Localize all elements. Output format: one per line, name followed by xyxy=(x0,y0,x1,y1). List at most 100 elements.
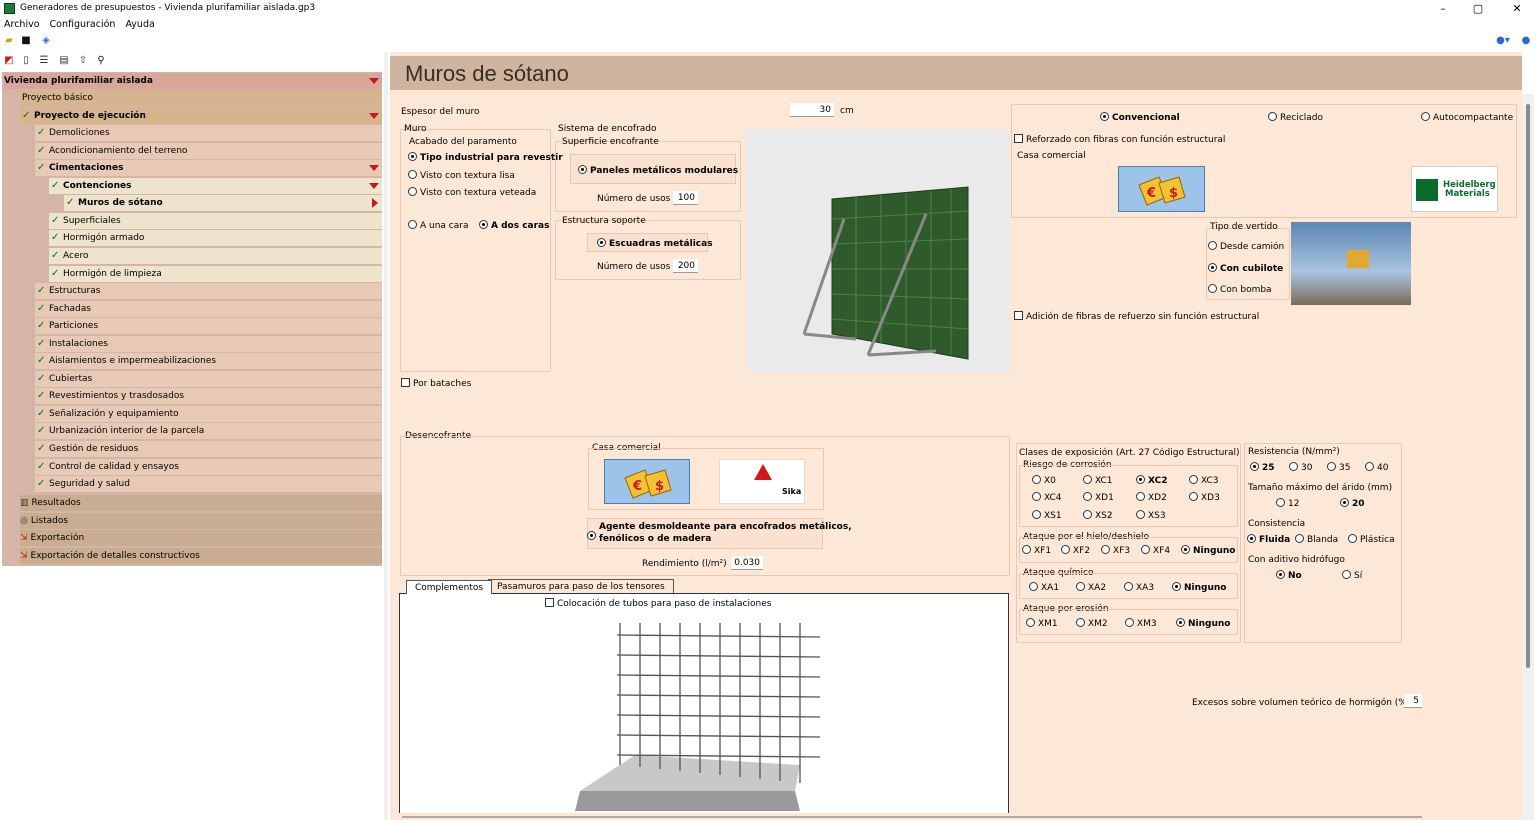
cons-option[interactable]: Plástica xyxy=(1348,534,1395,545)
scrollbar-thumb[interactable] xyxy=(1526,104,1530,668)
tree-item[interactable]: ✓ Muros de sótano xyxy=(64,195,382,212)
tree-item[interactable]: ✓ Hormigón de limpieza xyxy=(49,265,382,282)
collapse-icon[interactable] xyxy=(369,182,379,189)
tree-item[interactable]: ✓ Aislamientos e impermeabilizaciones xyxy=(35,353,382,370)
tree-item[interactable]: ✓ Revestimientos y trasdosados xyxy=(35,388,382,405)
tree-item[interactable]: ✓ Hormigón armado xyxy=(49,230,382,247)
dos-caras-option[interactable]: A dos caras xyxy=(479,220,550,231)
bataches-checkbox[interactable]: Por bataches xyxy=(401,378,471,389)
tree-item[interactable]: ✓ Demoliciones xyxy=(35,125,382,142)
app-icon[interactable]: ◈ xyxy=(40,35,52,47)
generic-desencofrante-button[interactable]: € $ xyxy=(604,459,690,504)
cons-option[interactable]: Fluida xyxy=(1247,534,1290,545)
hidro-option[interactable]: Sí xyxy=(1342,570,1362,581)
search-icon[interactable]: ⚲ xyxy=(95,55,107,67)
tree-item[interactable]: ✓ Gestión de residuos xyxy=(35,441,382,457)
hielo-option[interactable]: XF3 xyxy=(1101,545,1130,556)
erosion-option[interactable]: XM2 xyxy=(1076,618,1108,629)
acabado-option-lisa[interactable]: Visto con textura lisa xyxy=(408,170,515,181)
una-cara-option[interactable]: A una cara xyxy=(408,220,468,231)
heidelberg-logo-button[interactable]: Heidelberg Materials xyxy=(1411,166,1498,212)
tree-item[interactable]: ✓ Señalización y equipamiento xyxy=(35,405,382,422)
acabado-option-industrial[interactable]: Tipo industrial para revestir xyxy=(408,152,563,163)
sika-logo-button[interactable]: Sika xyxy=(719,459,805,504)
tree-item[interactable]: ✓ Estructuras xyxy=(35,283,382,300)
tree-section[interactable]: ⇲ Exportación de detalles constructivos xyxy=(20,547,382,564)
new-document-icon[interactable]: ▯ xyxy=(20,55,32,67)
escuadras-option[interactable]: Escuadras metálicas xyxy=(597,238,713,249)
cons-option[interactable]: Blanda xyxy=(1295,534,1338,545)
res-option[interactable]: 40 xyxy=(1365,462,1388,473)
tree-item[interactable]: ✓ Cimentaciones xyxy=(35,160,382,177)
collapse-icon[interactable] xyxy=(369,112,379,119)
autocompactante-option[interactable]: Autocompactante xyxy=(1421,112,1513,123)
tab-pasamuros[interactable]: Pasamuros para paso de los tensores xyxy=(488,579,674,593)
quimico-option[interactable]: XA3 xyxy=(1124,582,1154,593)
usos-input-1[interactable]: 100 xyxy=(673,191,698,205)
tubos-checkbox[interactable]: Colocación de tubos para paso de instala… xyxy=(545,598,771,609)
vertido-bomba-option[interactable]: Con bomba xyxy=(1208,284,1272,295)
tree-item[interactable]: ✓ Instalaciones xyxy=(35,335,382,352)
generic-price-tag-button[interactable]: € $ xyxy=(1118,166,1205,212)
delete-icon[interactable]: ◩ xyxy=(3,55,15,67)
riesgo-option[interactable]: XC1 xyxy=(1083,475,1113,486)
tree-item[interactable]: ✓ Contenciones xyxy=(49,177,382,194)
excesos-input[interactable]: 5 xyxy=(1404,694,1422,708)
tree-section[interactable]: ▥ Resultados xyxy=(20,495,382,511)
tree-item[interactable]: Proyecto básico xyxy=(20,90,382,106)
paneles-option[interactable]: Paneles metálicos modulares xyxy=(578,165,738,176)
maximize-button[interactable]: ▢ xyxy=(1463,1,1493,17)
tree-item[interactable]: ✓ Acondicionamiento del terreno xyxy=(35,142,382,159)
list-icon[interactable]: ☰ xyxy=(38,55,50,67)
menu-configuracion[interactable]: Configuración xyxy=(50,19,116,30)
save-icon[interactable]: ■ xyxy=(20,35,32,47)
erosion-option[interactable]: XM1 xyxy=(1026,618,1058,629)
menu-ayuda[interactable]: Ayuda xyxy=(125,19,154,30)
espesor-input[interactable]: 30 xyxy=(790,103,834,117)
arido-option[interactable]: 20 xyxy=(1340,498,1365,509)
tree-root[interactable]: Vivienda plurifamiliar aislada xyxy=(4,73,382,89)
vertido-cubilote-option[interactable]: Con cubilote xyxy=(1208,263,1283,274)
hielo-option[interactable]: XF4 xyxy=(1141,545,1170,556)
splitter[interactable] xyxy=(384,52,388,820)
hielo-option[interactable]: XF2 xyxy=(1061,545,1090,556)
tree-section[interactable]: ⇲ Exportación xyxy=(20,530,382,547)
quimico-option[interactable]: XA2 xyxy=(1076,582,1106,593)
hielo-option[interactable]: Ninguno xyxy=(1181,545,1235,556)
res-option[interactable]: 25 xyxy=(1250,462,1275,473)
riesgo-option[interactable]: XC2 xyxy=(1136,475,1168,486)
close-button[interactable]: ✕ xyxy=(1502,1,1532,17)
res-option[interactable]: 30 xyxy=(1289,462,1312,473)
help-icon[interactable]: ●▾ xyxy=(1493,35,1513,47)
tree-item[interactable]: ✓ Cubiertas xyxy=(35,370,382,387)
tree-item[interactable]: ✓ Acero xyxy=(49,247,382,264)
tree-item[interactable]: ✓ Proyecto de ejecución xyxy=(20,107,382,124)
res-option[interactable]: 35 xyxy=(1327,462,1350,473)
riesgo-option[interactable]: XS3 xyxy=(1136,510,1166,521)
minimize-button[interactable]: – xyxy=(1428,1,1458,17)
agente-radio[interactable] xyxy=(587,531,599,542)
quimico-option[interactable]: XA1 xyxy=(1029,582,1059,593)
riesgo-option[interactable]: XD3 xyxy=(1189,492,1220,503)
up-arrow-icon[interactable]: ⇧ xyxy=(77,55,89,67)
quimico-option[interactable]: Ninguno xyxy=(1172,582,1226,593)
tree-item[interactable]: ✓ Particiones xyxy=(35,318,382,335)
convencional-option[interactable]: Convencional xyxy=(1100,112,1180,123)
usos-input-2[interactable]: 200 xyxy=(673,259,698,273)
tree-item[interactable]: ✓ Urbanización interior de la parcela xyxy=(35,423,382,440)
reciclado-option[interactable]: Reciclado xyxy=(1268,112,1323,123)
erosion-option[interactable]: Ninguno xyxy=(1176,618,1230,629)
erosion-option[interactable]: XM3 xyxy=(1125,618,1157,629)
horizontal-scrollbar[interactable] xyxy=(402,816,1422,818)
tree-item[interactable]: ✓ Fachadas xyxy=(35,300,382,317)
tree-item[interactable]: ✓ Control de calidad y ensayos xyxy=(35,458,382,475)
open-folder-icon[interactable]: ▰ xyxy=(3,35,15,47)
menu-archivo[interactable]: Archivo xyxy=(4,19,40,30)
riesgo-option[interactable]: XC4 xyxy=(1032,492,1062,503)
info-icon[interactable]: ● xyxy=(1520,35,1532,47)
riesgo-option[interactable]: XD2 xyxy=(1136,492,1167,503)
tree-item[interactable]: ✓ Seguridad y salud xyxy=(35,476,382,493)
rendimiento-input[interactable]: 0.030 xyxy=(731,556,763,570)
hielo-option[interactable]: XF1 xyxy=(1022,545,1051,556)
collapse-icon[interactable] xyxy=(369,78,379,84)
